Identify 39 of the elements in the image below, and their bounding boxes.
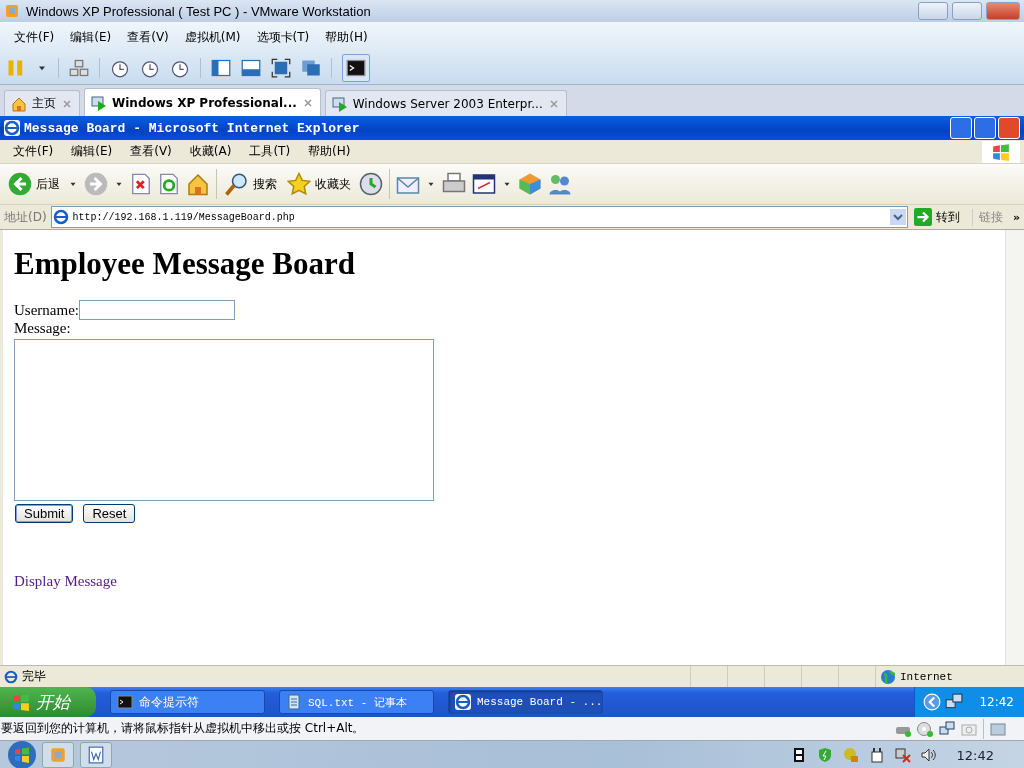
tab[interactable]: Windows XP Professional... bbox=[84, 88, 321, 116]
menu-item[interactable]: 查看(V) bbox=[119, 26, 177, 48]
browser-title: Message Board - Microsoft Internet Explorer bbox=[24, 120, 360, 136]
menu-item[interactable]: 编辑(E) bbox=[62, 141, 122, 162]
taskbar-button[interactable]: Message Board - ... bbox=[448, 690, 603, 714]
more-button[interactable]: » bbox=[1012, 210, 1020, 224]
tab[interactable]: 主页 bbox=[4, 90, 80, 116]
favorites-button[interactable]: 收藏夹 bbox=[285, 170, 353, 198]
menu-item[interactable]: 查看(V) bbox=[121, 141, 181, 162]
menu-item[interactable]: 文件(F) bbox=[4, 141, 63, 162]
menu-item[interactable]: 文件(F) bbox=[6, 26, 63, 48]
zone-label: Internet bbox=[900, 670, 953, 683]
back-button[interactable]: 后退 bbox=[6, 170, 62, 198]
reset-button[interactable]: Reset bbox=[83, 504, 136, 523]
hint-text: 要返回到您的计算机，请将鼠标指针从虚拟机中移出或按 Ctrl+Alt。 bbox=[1, 720, 365, 737]
tab[interactable]: Windows Server 2003 Enterpr... bbox=[324, 90, 567, 116]
menu-item[interactable]: 虚拟机(M) bbox=[176, 26, 249, 48]
submit-button[interactable]: Submit bbox=[15, 504, 74, 523]
menu-item[interactable]: 工具(T) bbox=[240, 141, 300, 162]
clock: 12:42 bbox=[956, 747, 994, 763]
address-field[interactable]: http://192.168.1.119/MessageBoard.php bbox=[50, 206, 908, 228]
display-message-link[interactable]: Display Message bbox=[14, 573, 117, 590]
menu-item[interactable]: 选项卡(T) bbox=[248, 26, 318, 48]
taskbar-button[interactable]: 命令提示符 bbox=[110, 690, 265, 714]
message-label: Message: bbox=[14, 320, 72, 337]
page-heading: Employee Message Board bbox=[14, 246, 356, 282]
menu-item[interactable]: 帮助(H) bbox=[299, 141, 360, 162]
go-button[interactable]: 转到 bbox=[911, 208, 968, 226]
username-label: Username: bbox=[14, 301, 79, 319]
menu-item[interactable]: 收藏(A) bbox=[180, 141, 241, 162]
search-button[interactable]: 搜索 bbox=[223, 170, 279, 198]
address-label: 地址(D) bbox=[4, 208, 47, 226]
menu-item[interactable]: 编辑(E) bbox=[62, 26, 120, 48]
menu-item[interactable]: 帮助(H) bbox=[317, 26, 376, 48]
clock: 12:42 bbox=[979, 695, 1014, 709]
window-title: Windows XP Professional ( Test PC ) - VMware Workstation bbox=[26, 3, 371, 19]
taskbar-button[interactable]: SQL.txt - 记事本 bbox=[279, 690, 434, 714]
start-button[interactable]: 开始 bbox=[0, 687, 96, 717]
status-text: 完毕 bbox=[22, 668, 46, 685]
